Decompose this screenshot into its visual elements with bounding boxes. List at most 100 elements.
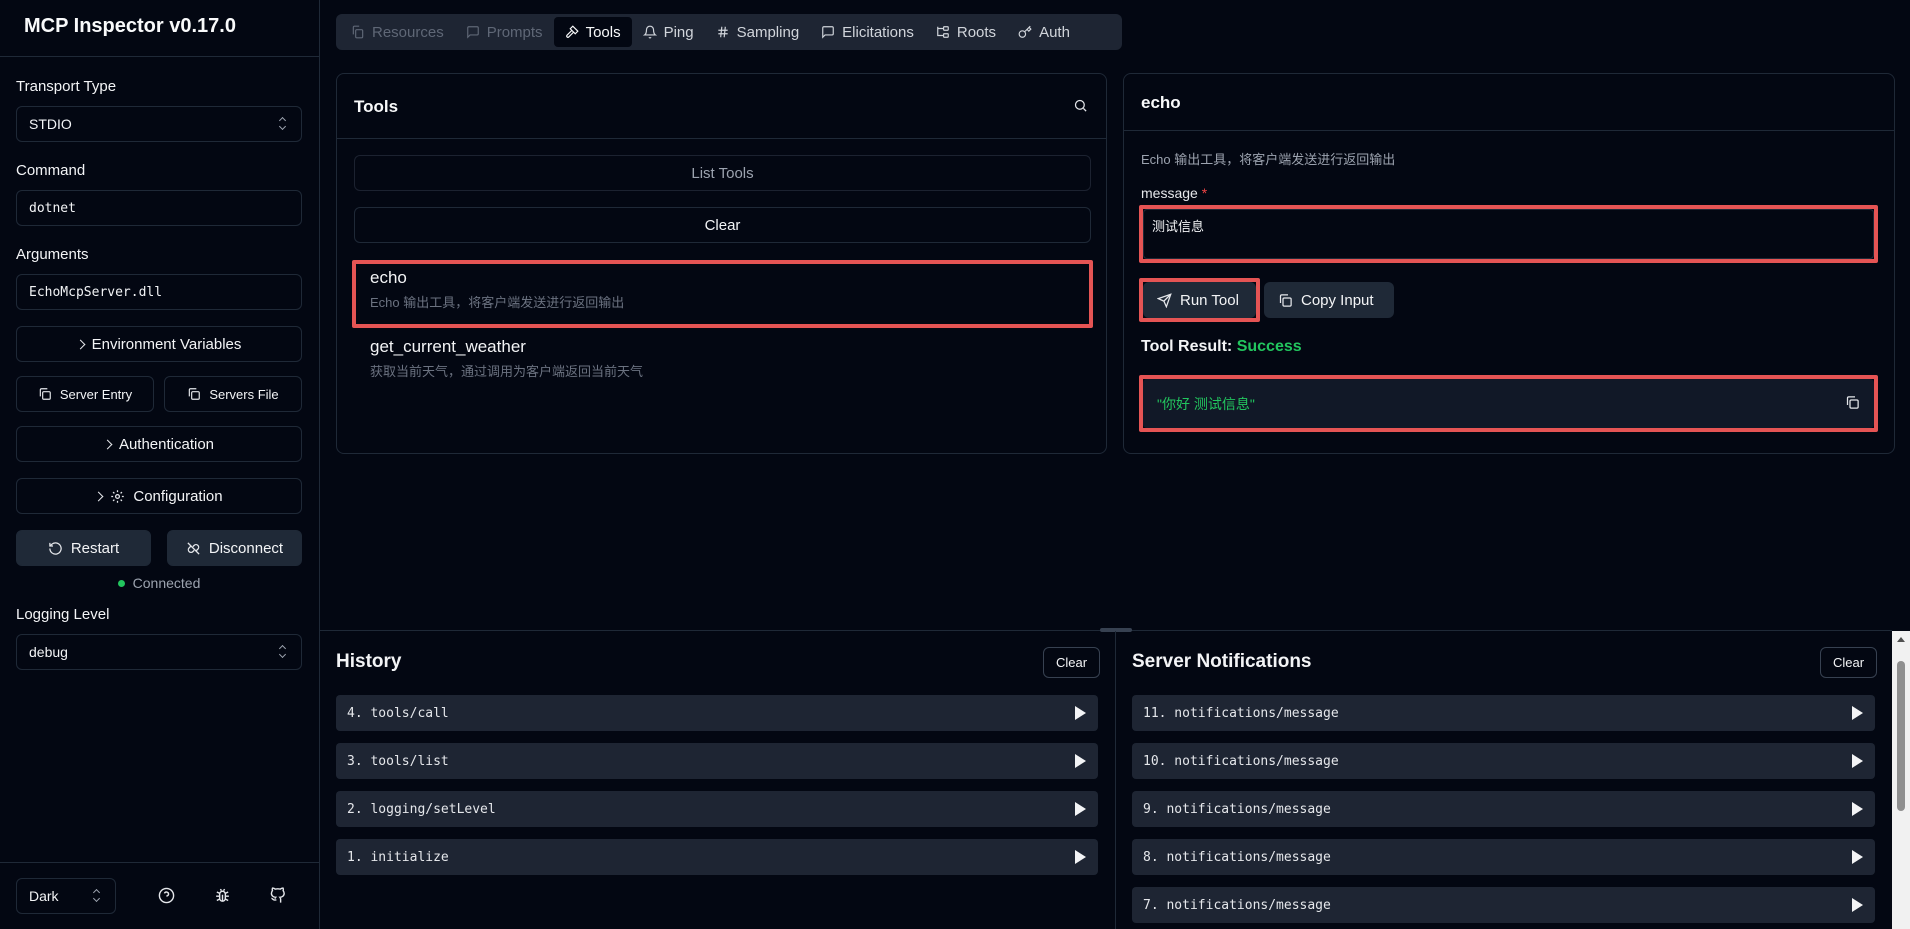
message-label-text: message <box>1141 185 1198 201</box>
tools-panel-divider <box>337 138 1106 139</box>
app-title: MCP Inspector v0.17.0 <box>24 15 236 37</box>
logging-level-value: debug <box>29 644 68 660</box>
history-item[interactable]: 4. tools/call <box>336 695 1098 731</box>
play-icon <box>1852 754 1863 768</box>
main-tabs: Resources Prompts Tools Ping Sampling El… <box>336 14 1122 50</box>
help-icon[interactable] <box>155 884 177 906</box>
tab-auth[interactable]: Auth <box>1007 17 1081 47</box>
history-item[interactable]: 3. tools/list <box>336 743 1098 779</box>
servers-file-button[interactable]: Servers File <box>164 376 302 412</box>
arguments-input[interactable]: EchoMcpServer.dll <box>16 274 302 310</box>
clear-tools-button[interactable]: Clear <box>354 207 1091 243</box>
restart-label: Restart <box>70 539 120 557</box>
copy-icon <box>189 388 201 400</box>
authentication-label: Authentication <box>118 435 215 453</box>
files-icon <box>352 25 364 39</box>
tab-sampling[interactable]: Sampling <box>705 17 811 47</box>
list-tools-button[interactable]: List Tools <box>354 155 1091 191</box>
restart-button[interactable]: Restart <box>16 530 151 566</box>
tab-roots-label: Roots <box>956 23 997 41</box>
run-tool-label: Run Tool <box>1180 291 1239 309</box>
copy-icon <box>39 388 51 400</box>
notification-item[interactable]: 10. notifications/message <box>1132 743 1875 779</box>
disconnect-label: Disconnect <box>208 539 284 557</box>
environment-variables-button[interactable]: Environment Variables <box>16 326 302 362</box>
connection-status-text: Connected <box>132 575 201 591</box>
bell-icon <box>642 25 657 39</box>
disconnect-button[interactable]: Disconnect <box>167 530 302 566</box>
history-item[interactable]: 2. logging/setLevel <box>336 791 1098 827</box>
scroll-up-arrow-icon[interactable] <box>1897 637 1905 642</box>
hammer-icon <box>565 25 579 38</box>
tool-name: get_current_weather <box>370 337 526 356</box>
command-input[interactable]: dotnet <box>16 190 302 226</box>
tab-tools-label: Tools <box>585 23 621 41</box>
play-icon <box>1852 706 1863 720</box>
copy-icon[interactable] <box>1845 395 1860 413</box>
copy-input-button[interactable]: Copy Input <box>1264 282 1394 318</box>
notifications-clear-button[interactable]: Clear <box>1820 647 1878 678</box>
chevron-updown-icon <box>93 889 101 903</box>
tab-prompts[interactable]: Prompts <box>455 17 554 47</box>
command-label: Command <box>16 162 86 179</box>
chevron-right-icon <box>93 491 104 501</box>
message-square-icon <box>822 26 835 39</box>
scrollbar-thumb[interactable] <box>1897 661 1905 811</box>
github-icon[interactable] <box>267 884 289 906</box>
server-entry-label: Server Entry <box>59 386 133 402</box>
search-icon[interactable] <box>1073 98 1088 118</box>
authentication-button[interactable]: Authentication <box>16 426 302 462</box>
tab-prompts-label: Prompts <box>486 23 543 41</box>
history-clear-button[interactable]: Clear <box>1043 647 1101 678</box>
theme-select[interactable]: Dark <box>16 878 116 914</box>
notification-item[interactable]: 8. notifications/message <box>1132 839 1875 875</box>
tab-roots[interactable]: Roots <box>925 17 1007 47</box>
notifications-scrollbar[interactable] <box>1892 631 1910 929</box>
tool-result-label: Tool Result: <box>1141 338 1233 355</box>
bug-icon[interactable] <box>211 884 233 906</box>
tools-panel-title: Tools <box>354 97 399 116</box>
sidebar: MCP Inspector v0.17.0 Transport Type STD… <box>0 0 320 929</box>
run-tool-button[interactable]: Run Tool <box>1143 282 1256 318</box>
play-icon <box>1852 850 1863 864</box>
play-icon <box>1075 754 1086 768</box>
history-item-label: 3. tools/list <box>347 753 449 769</box>
configuration-button[interactable]: Configuration <box>16 478 302 514</box>
tool-detail-divider <box>1124 130 1894 131</box>
servers-file-label: Servers File <box>209 386 279 402</box>
message-input[interactable]: 测试信息 <box>1143 209 1874 259</box>
play-icon <box>1075 850 1086 864</box>
tool-item-echo[interactable]: echo Echo 输出工具，将客户端发送进行返回输出 <box>354 259 1091 320</box>
command-value: dotnet <box>29 200 76 216</box>
tab-ping-label: Ping <box>663 23 694 41</box>
notification-item[interactable]: 11. notifications/message <box>1132 695 1875 731</box>
notification-item-label: 11. notifications/message <box>1143 705 1339 721</box>
tab-resources[interactable]: Resources <box>340 17 455 47</box>
history-item-label: 2. logging/setLevel <box>347 801 496 817</box>
tab-elicitations-label: Elicitations <box>842 23 914 41</box>
connection-status: Connected <box>16 575 302 591</box>
sidebar-divider <box>0 56 319 57</box>
notification-item-label: 8. notifications/message <box>1143 849 1331 865</box>
list-tools-label: List Tools <box>691 164 754 182</box>
tab-tools[interactable]: Tools <box>553 17 632 47</box>
server-entry-button[interactable]: Server Entry <box>16 376 154 412</box>
tool-detail-title: echo <box>1141 93 1181 112</box>
notification-item[interactable]: 9. notifications/message <box>1132 791 1875 827</box>
server-notifications-title: Server Notifications <box>1132 651 1312 672</box>
tab-elicitations[interactable]: Elicitations <box>810 17 925 47</box>
tool-item-get-current-weather[interactable]: get_current_weather 获取当前天气，通过调用为客户端返回当前天… <box>354 328 1091 389</box>
tab-ping[interactable]: Ping <box>632 17 705 47</box>
history-item-label: 4. tools/call <box>347 705 449 721</box>
logging-level-select[interactable]: debug <box>16 634 302 670</box>
key-icon <box>1018 25 1032 38</box>
folder-tree-icon <box>937 26 949 38</box>
notification-item[interactable]: 7. notifications/message <box>1132 887 1875 923</box>
transport-type-select[interactable]: STDIO <box>16 106 302 142</box>
tools-panel: Tools List Tools Clear echo Echo 输出工具，将客… <box>336 73 1107 454</box>
history-item[interactable]: 1. initialize <box>336 839 1098 875</box>
resize-handle[interactable] <box>1100 628 1132 632</box>
arguments-label: Arguments <box>16 246 89 263</box>
tool-detail-description: Echo 输出工具，将客户端发送进行返回输出 <box>1141 152 1396 167</box>
notifications-clear-label: Clear <box>1833 655 1865 670</box>
